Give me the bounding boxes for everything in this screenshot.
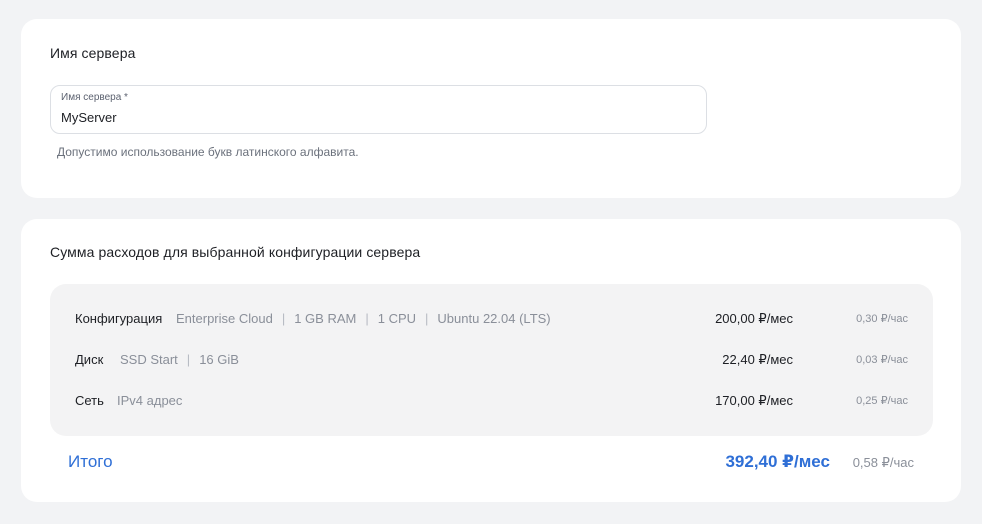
spec-item: 1 CPU	[377, 311, 417, 326]
server-name-card: Имя сервера Имя сервера * Допустимо испо…	[21, 19, 961, 198]
cost-row-specs: IPv4 адрес	[117, 393, 182, 408]
cost-summary-title: Сумма расходов для выбранной конфигураци…	[50, 244, 421, 260]
cost-row-specs: Enterprise Cloud | 1 GB RAM | 1 CPU | Ubuntu 2…	[176, 311, 551, 326]
cost-row-label: Диск	[75, 352, 104, 367]
spec-separator: |	[365, 311, 369, 326]
config-breakdown: Конфигурация Enterprise Cloud | 1 GB RAM | 1…	[50, 284, 933, 436]
spec-separator: |	[281, 311, 286, 326]
server-name-field[interactable]: Имя сервера *	[50, 85, 707, 134]
spec-item: SSD Start	[120, 352, 178, 367]
spec-item: IPv4 адрес	[117, 393, 183, 408]
spec-separator: |	[186, 352, 191, 367]
cost-row-configuration: Конфигурация Enterprise Cloud | 1 GB RAM | 1…	[75, 309, 908, 329]
cost-row-hourly-price: 0,03 ₽/час	[856, 354, 908, 366]
cost-row-hourly-price: 0,30 ₽/час	[856, 313, 908, 325]
total-hourly-price: 0,58 ₽/час	[852, 455, 914, 470]
spec-item: 1 GB RAM	[294, 311, 357, 326]
cost-row-monthly-price: 170,00 ₽/мес	[715, 393, 793, 408]
total-label: Итого	[68, 452, 113, 471]
spec-item: Enterprise Cloud	[176, 311, 273, 326]
server-name-field-label: Имя сервера *	[61, 92, 128, 103]
cost-row-hourly-price: 0,25 ₽/час	[856, 395, 908, 407]
cost-row-label: Конфигурация	[75, 311, 163, 326]
cost-row-network: Сеть IPv4 адрес 170,00 ₽/мес 0,25 ₽/час	[75, 391, 908, 411]
cost-row-monthly-price: 22,40 ₽/мес	[722, 352, 793, 367]
spec-separator: |	[425, 311, 429, 326]
cost-row-monthly-price: 200,00 ₽/мес	[715, 311, 793, 326]
spec-item: 16 GiB	[199, 352, 239, 367]
spec-item: Ubuntu 22.04 (LTS)	[437, 311, 551, 326]
server-name-input[interactable]	[61, 110, 681, 125]
total-monthly-price: 392,40 ₽/мес	[725, 452, 830, 471]
server-name-hint: Допустимо использование букв латинского …	[57, 145, 359, 159]
cost-row-disk: Диск SSD Start | 16 GiB 22,40 ₽/мес 0,03 ₽…	[75, 350, 908, 370]
server-name-title: Имя сервера	[50, 45, 136, 61]
cost-row-label: Сеть	[75, 393, 104, 408]
cost-row-specs: SSD Start | 16 GiB	[120, 352, 239, 367]
cost-summary-card: Сумма расходов для выбранной конфигураци…	[21, 219, 961, 502]
